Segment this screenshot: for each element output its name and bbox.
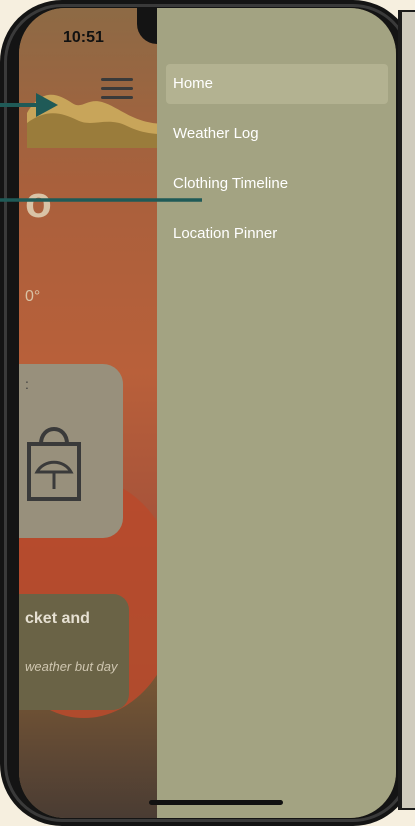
status-time: 10:51 <box>63 29 104 46</box>
background-app: o 0° : cket and weather but day <box>19 8 179 818</box>
hamburger-menu-icon[interactable] <box>101 78 133 102</box>
recommendation-body: weather but day <box>25 659 118 674</box>
adjacent-window-edge <box>398 10 415 810</box>
drawer-item-home[interactable]: Home <box>166 64 388 104</box>
temperature-fragment: 0° <box>25 288 41 305</box>
drawer-item-location-pinner[interactable]: Location Pinner <box>166 214 388 254</box>
annotation-line-drawer <box>0 198 202 202</box>
recommendation-title: cket and <box>25 610 90 627</box>
clothing-bag-icon <box>27 427 81 501</box>
navigation-drawer: Home Weather Log Clothing Timeline Locat… <box>157 8 396 818</box>
home-indicator <box>149 800 283 805</box>
phone-screen: o 0° : cket and weather but day 10:51 Ho… <box>19 8 396 818</box>
clothing-card-label: : <box>25 376 29 392</box>
annotation-arrow-menu <box>0 93 58 117</box>
phone-frame: o 0° : cket and weather but day 10:51 Ho… <box>0 0 415 826</box>
drawer-item-weather-log[interactable]: Weather Log <box>166 114 388 154</box>
